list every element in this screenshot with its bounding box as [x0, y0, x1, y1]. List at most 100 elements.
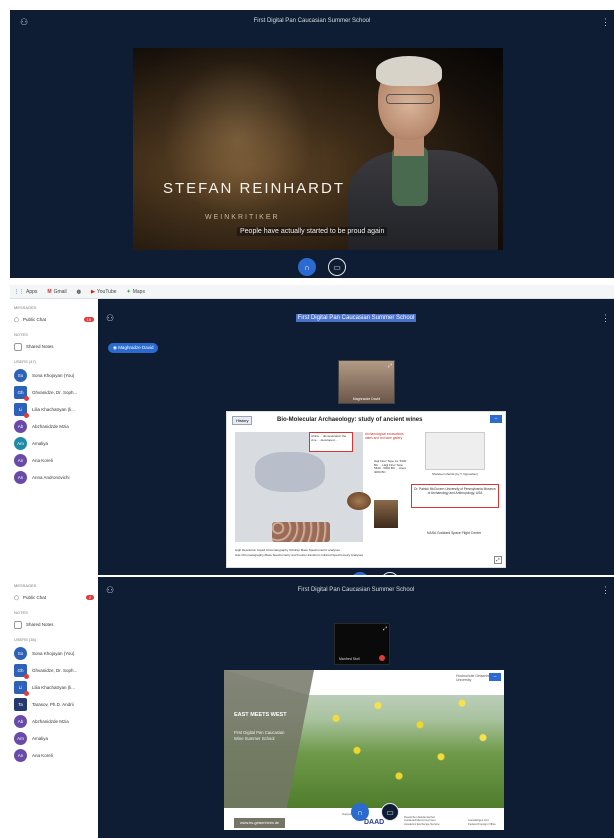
audio-button[interactable]: ∩: [351, 803, 369, 821]
shared-notes-item[interactable]: Shared Notes: [10, 340, 98, 353]
avatar: Ab: [14, 715, 27, 728]
session-title: First Digital Pan Caucasian Summer Schoo…: [295, 314, 417, 322]
slide-footer: High Resolution Liquid Chromatography Or…: [235, 548, 364, 557]
shared-notes-item[interactable]: Shared Notes: [10, 618, 98, 631]
bookmark-globe[interactable]: ◍: [77, 289, 81, 295]
slide-dish-image: [347, 492, 371, 510]
slide-sherds-caption: Shulaveri sherds (by T. Ngoushev): [432, 472, 478, 476]
video-caption: People have actually started to be proud…: [237, 227, 388, 236]
video-person: [348, 56, 498, 250]
webcam-button[interactable]: ▭: [381, 572, 399, 575]
user-list-item[interactable]: Am Amaliya: [10, 435, 98, 452]
users-header: USERS (36): [14, 637, 37, 642]
fit-slide-icon[interactable]: ⤢: [494, 556, 502, 564]
presentation-minimize-button[interactable]: –: [489, 673, 501, 681]
avatar: Li: [14, 681, 29, 696]
maps-icon: ✦: [126, 288, 131, 295]
user-list-item[interactable]: Li Lilia Khachatryan (li...: [10, 679, 98, 696]
gmail-icon: M: [47, 288, 52, 295]
audio-button[interactable]: ∩: [298, 258, 316, 276]
webcam-tile[interactable]: ⤢ Maghradze David: [338, 360, 395, 404]
camera-icon: ▭: [333, 262, 341, 272]
avatar: Ab: [14, 420, 27, 433]
avatar: An: [14, 471, 27, 484]
user-list-item[interactable]: An Anna Andronovichi: [10, 469, 98, 486]
messages-header: MESSAGES: [14, 583, 37, 588]
avatar: So: [14, 369, 27, 382]
foreign-office-note: Auswärtiges Amt Federal Foreign Office: [468, 818, 496, 826]
sidebar: MESSAGES ◯ Public Chat 18 NOTES Shared N…: [10, 299, 98, 575]
presenter-pill[interactable]: ◉ Maghradze David: [108, 343, 159, 353]
video-call-panel-1: ⚇ First Digital Pan Caucasian Summer Sch…: [10, 10, 614, 278]
public-chat-item[interactable]: ◯ Public Chat 2: [10, 591, 98, 604]
headphones-icon: ∩: [304, 262, 310, 272]
avatar: Ta: [14, 698, 27, 711]
presentation-minimize-button[interactable]: –: [490, 415, 502, 423]
bookmark-apps[interactable]: ⋮⋮ Apps: [14, 289, 37, 295]
slide-sherds-image: [425, 432, 485, 470]
youtube-icon: ▶: [91, 288, 95, 295]
slide-title: Bio-Molecular Archaeology: study of anci…: [277, 417, 423, 423]
user-list-item[interactable]: Ta Tarasov, Ph.D. Andrii: [10, 696, 98, 713]
avatar: Am: [14, 732, 27, 745]
user-list-item[interactable]: Ab Abzhanidzde Mzia: [10, 418, 98, 435]
chat-unread-badge: 18: [83, 317, 94, 322]
session-title: First Digital Pan Caucasian Summer Schoo…: [297, 587, 415, 593]
muted-mic-icon: [379, 655, 385, 661]
webcam-button[interactable]: ▭: [328, 258, 346, 276]
slide-grapes-image: [272, 522, 330, 542]
audio-button[interactable]: ∩: [351, 572, 369, 575]
webcam-tile[interactable]: ⤢ Manfred Stoll: [334, 623, 390, 665]
slide-mcgovern-box: Dr. Patrick McGovern University of Penns…: [411, 484, 499, 508]
daad-note: Deutscher Akademischer Austauschdienst G…: [404, 814, 440, 826]
avatar: An: [14, 749, 27, 762]
bookmarks-bar: ⋮⋮ Apps M Gmail ◍ ▶ YouTube ✦ Maps: [10, 285, 614, 299]
presentation-slide: History Bio-Molecular Archaeology: study…: [226, 411, 506, 568]
slide-headline: EAST MEETS WEST: [234, 712, 287, 718]
notes-header: NOTES: [14, 332, 28, 337]
main-area: ⚇ First Digital Pan Caucasian Summer Sch…: [98, 299, 614, 575]
user-list-item[interactable]: An Ana Koreli: [10, 747, 98, 764]
notes-icon: [14, 342, 22, 351]
user-list-item[interactable]: Li Lilia Khachatryan (li...: [10, 401, 98, 418]
slide-subtitle: First Digital Pan Caucasian Wine Summer …: [234, 730, 285, 741]
user-list-item[interactable]: An Ana Koreli: [10, 452, 98, 469]
bookmark-gmail[interactable]: M Gmail: [47, 289, 66, 295]
video-call-panel-2: MESSAGES ◯ Public Chat 18 NOTES Shared N…: [10, 285, 614, 575]
slide-tag: History: [232, 416, 253, 425]
user-list-item[interactable]: So Sona Khojoyan (You): [10, 367, 98, 384]
slide-site-labels: Haji Firuz Tepe ca. 5400 BC ... Hajji Fi…: [374, 459, 407, 474]
user-list-item[interactable]: Ab Abzhanidzde Mzia: [10, 713, 98, 730]
slide-website: www.hs-geisenheim.de: [234, 818, 286, 828]
more-options-icon[interactable]: ⋮: [601, 313, 610, 324]
public-chat-item[interactable]: ◯ Public Chat 18: [10, 313, 98, 326]
slide-nasa-label: NASA Goddard Space Flight Center: [427, 531, 482, 535]
shared-video: STEFAN REINHARDT WEINKRITIKER People hav…: [133, 48, 503, 250]
slide-note-box: Africa ... domestication the vine ... de…: [309, 432, 353, 452]
avatar: An: [14, 454, 27, 467]
expand-icon[interactable]: ⤢: [388, 363, 392, 369]
sidebar: MESSAGES ◯ Public Chat 2 NOTES Shared No…: [10, 577, 98, 838]
video-lower-third-role: WEINKRITIKER: [205, 214, 280, 221]
avatar: Gh: [14, 386, 29, 401]
chat-icon: ◯: [14, 594, 20, 600]
headphones-icon: ∩: [357, 807, 363, 817]
camera-icon: ▭: [386, 807, 394, 817]
user-list-item[interactable]: Gh Ghvanidze, Dr. Soph...: [10, 662, 98, 679]
bookmark-youtube[interactable]: ▶ YouTube: [91, 289, 117, 295]
users-header: USERS (47): [14, 359, 37, 364]
globe-icon: ◍: [76, 288, 82, 295]
bookmark-maps[interactable]: ✦ Maps: [127, 289, 145, 295]
apps-icon: ⋮⋮: [14, 288, 24, 295]
notes-header: NOTES: [14, 610, 28, 615]
user-list-item[interactable]: So Sona Khojoyan (You): [10, 645, 98, 662]
chat-icon: ◯: [14, 316, 20, 322]
user-list-item[interactable]: Gh Ghvanidze, Dr. Soph...: [10, 384, 98, 401]
more-options-icon[interactable]: ⋮: [601, 585, 610, 596]
user-list-item[interactable]: Am Amaliya: [10, 730, 98, 747]
notes-icon: [14, 620, 22, 629]
more-options-icon[interactable]: ⋮: [601, 17, 610, 28]
expand-icon[interactable]: ⤢: [383, 626, 387, 632]
video-call-panel-3: MESSAGES ◯ Public Chat 2 NOTES Shared No…: [10, 577, 614, 838]
webcam-button[interactable]: ▭: [381, 803, 399, 821]
